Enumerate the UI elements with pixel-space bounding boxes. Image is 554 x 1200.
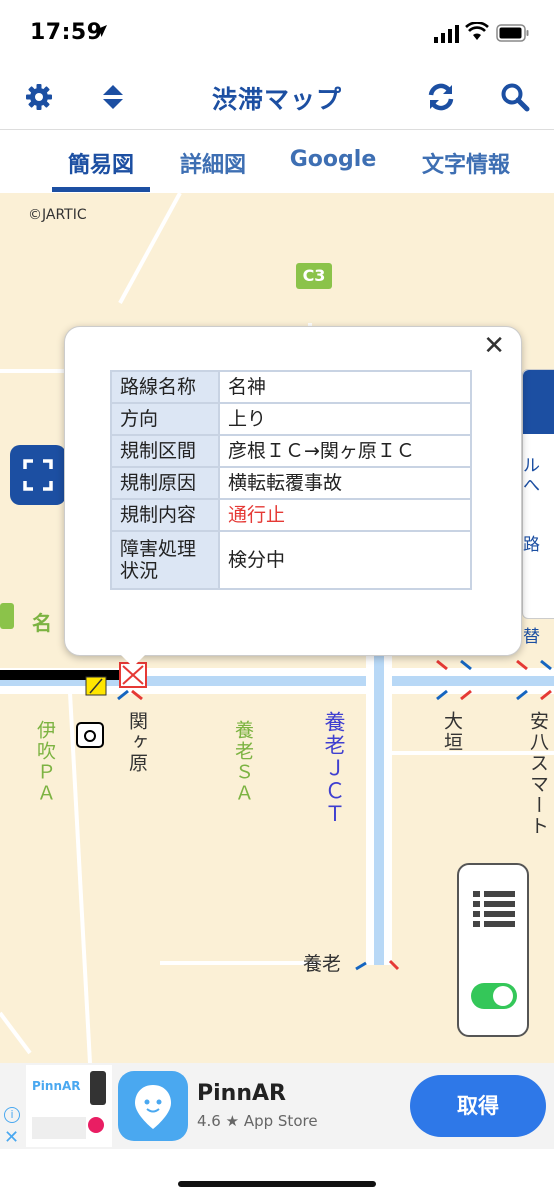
map-label-yoro: 養老: [303, 953, 342, 975]
field-value-alert: 通行止: [218, 498, 472, 532]
field-label: 規制原因: [110, 466, 220, 500]
table-row: 路線名称 名神: [110, 370, 472, 404]
map-copyright: ©JARTIC: [28, 207, 87, 223]
home-indicator[interactable]: [178, 1181, 376, 1187]
table-row: 障害処理状況 検分中: [110, 530, 472, 590]
side-panel[interactable]: ル へ 路 替: [522, 369, 554, 647]
ad-info-icon[interactable]: i: [4, 1107, 20, 1123]
tab-simple-map[interactable]: 簡易図: [52, 147, 150, 179]
page-title: 渋滞マップ: [211, 85, 342, 114]
battery-icon: [496, 24, 529, 42]
ad-thumb-graphic: [32, 1117, 86, 1139]
map-label-yasu-smart: 安八スマート: [527, 711, 549, 837]
map-label-yoro-jct: 養老ＪＣＴ: [322, 711, 346, 826]
field-label: 規制内容: [110, 498, 220, 532]
wifi-icon: [465, 22, 489, 40]
ad-close-icon[interactable]: ✕: [4, 1127, 19, 1148]
pin-icon: [135, 1085, 171, 1129]
map-label-ibuki-pa: 伊吹ＰＡ: [34, 720, 56, 804]
field-value: 上り: [218, 402, 472, 436]
refresh-icon[interactable]: [426, 82, 456, 112]
home-area: [0, 1149, 554, 1200]
signal-icon: [434, 25, 459, 43]
table-row: 方向 上り: [110, 402, 472, 436]
field-value: 検分中: [218, 530, 472, 590]
legend-panel: [457, 863, 529, 1037]
tab-detailed-map[interactable]: 詳細図: [168, 147, 258, 179]
map-label-sekigahara: 関ヶ原: [126, 711, 148, 774]
tab-active-indicator: [52, 187, 150, 192]
incident-popup: ✕ 路線名称 名神 方向 上り 規制区間 彦根ＩＣ→関ヶ原ＩＣ 規制原因 横転転…: [64, 326, 522, 667]
popup-pointer: [121, 655, 145, 667]
map-label-ogaki: 大垣: [441, 711, 463, 753]
ad-banner[interactable]: i ✕ PinnAR PinnAR 4.6 ★ App Store 取得: [0, 1063, 554, 1149]
side-panel-item[interactable]: 路: [523, 530, 540, 555]
tab-text-info[interactable]: 文字情報: [410, 147, 522, 179]
field-value: 横転転覆事故: [218, 466, 472, 500]
table-row: 規制区間 彦根ＩＣ→関ヶ原ＩＣ: [110, 434, 472, 468]
layer-toggle[interactable]: [471, 983, 517, 1009]
close-icon[interactable]: ✕: [483, 331, 505, 361]
side-panel-header: [523, 370, 554, 434]
field-value: 名神: [218, 370, 472, 404]
phone-image: [90, 1071, 106, 1105]
field-label: 規制区間: [110, 434, 220, 468]
incident-info-table: 路線名称 名神 方向 上り 規制区間 彦根ＩＣ→関ヶ原ＩＣ 規制原因 横転転覆事…: [110, 370, 472, 590]
field-label: 方向: [110, 402, 220, 436]
route-badge-c3: C3: [296, 263, 332, 289]
tab-bar: 簡易図 詳細図 Google 文字情報: [0, 131, 554, 193]
field-label: 路線名称: [110, 370, 220, 404]
search-icon[interactable]: [500, 82, 530, 112]
fullscreen-button[interactable]: [10, 445, 66, 505]
side-panel-item[interactable]: 替: [523, 622, 540, 647]
list-icon[interactable]: [473, 889, 517, 929]
field-value: 彦根ＩＣ→関ヶ原ＩＣ: [218, 434, 472, 468]
map-label-yoro-sa: 養老ＳＡ: [232, 720, 254, 804]
map-label-mei: 名: [32, 611, 52, 635]
expand-icon: [23, 459, 53, 491]
badge-icon: [88, 1117, 104, 1133]
location-arrow-icon: [95, 25, 107, 37]
table-row: 規制内容 通行止: [110, 498, 472, 532]
side-panel-item[interactable]: ル へ: [523, 456, 540, 496]
toggle-knob: [493, 986, 513, 1006]
status-bar: 17:59: [0, 0, 554, 64]
table-row: 規制原因 横転転覆事故: [110, 466, 472, 500]
tab-google[interactable]: Google: [282, 147, 384, 172]
app-icon[interactable]: [118, 1071, 188, 1141]
field-label: 障害処理状況: [110, 530, 220, 590]
ad-thumb-brand: PinnAR: [32, 1079, 81, 1093]
ad-app-name: PinnAR: [197, 1081, 286, 1106]
ad-thumbnail[interactable]: PinnAR: [26, 1065, 112, 1147]
nav-bar: 渋滞マップ: [0, 64, 554, 130]
ad-rating: 4.6 ★ App Store: [197, 1112, 318, 1130]
get-button[interactable]: 取得: [410, 1075, 546, 1137]
status-time: 17:59: [30, 20, 103, 45]
